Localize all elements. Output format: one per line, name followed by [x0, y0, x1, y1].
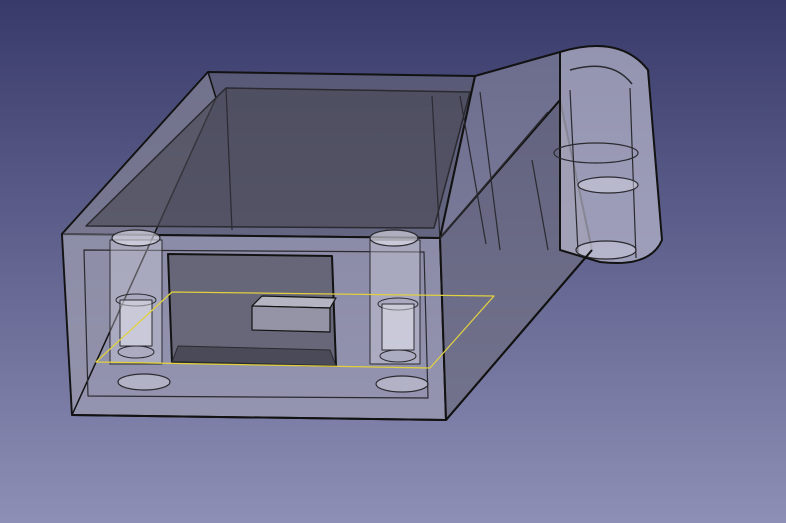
ear-hole-bottom: [577, 176, 639, 194]
mounting-ear[interactable]: [559, 45, 663, 264]
3d-viewport[interactable]: [0, 0, 786, 523]
ear-hole-exit: [575, 240, 637, 260]
slot-front: [251, 305, 331, 333]
viewport-canvas[interactable]: [0, 0, 786, 523]
